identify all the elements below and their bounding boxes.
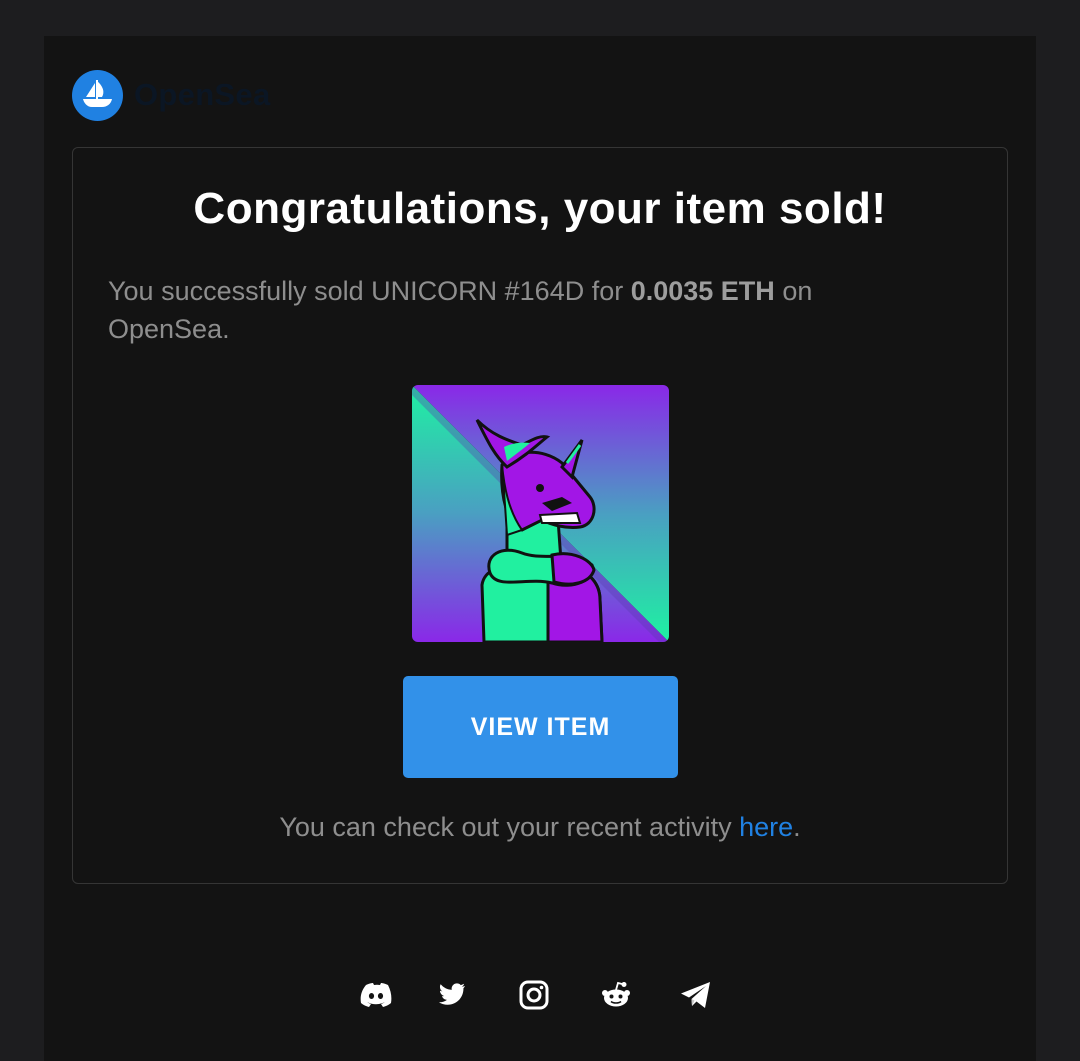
nft-item-image[interactable] <box>412 385 669 642</box>
sale-notification-card: Congratulations, your item sold! You suc… <box>72 147 1008 884</box>
twitter-icon[interactable] <box>435 978 469 1012</box>
email-container: OpenSea Congratulations, your item sold!… <box>44 36 1036 1061</box>
recent-activity-text: You can check out your recent activity h… <box>73 812 1007 843</box>
unicorn-nft-artwork <box>412 385 669 642</box>
telegram-icon[interactable] <box>679 978 713 1012</box>
sale-message-prefix: You successfully sold UNICORN #164D for <box>108 276 631 306</box>
activity-suffix: . <box>793 812 801 842</box>
reddit-icon[interactable] <box>599 978 633 1012</box>
activity-here-link[interactable]: here <box>739 812 793 842</box>
opensea-logo[interactable]: OpenSea <box>72 69 270 121</box>
discord-icon[interactable] <box>359 978 393 1012</box>
instagram-icon[interactable] <box>517 978 551 1012</box>
opensea-wordmark: OpenSea <box>134 77 271 112</box>
activity-prefix: You can check out your recent activity <box>279 812 740 842</box>
social-links <box>44 978 1036 1012</box>
sale-message: You successfully sold UNICORN #164D for … <box>108 272 908 348</box>
view-item-button[interactable]: VIEW ITEM <box>403 676 678 778</box>
sale-price: 0.0035 ETH <box>630 276 775 306</box>
opensea-ship-icon <box>72 69 123 121</box>
card-title: Congratulations, your item sold! <box>193 184 887 233</box>
